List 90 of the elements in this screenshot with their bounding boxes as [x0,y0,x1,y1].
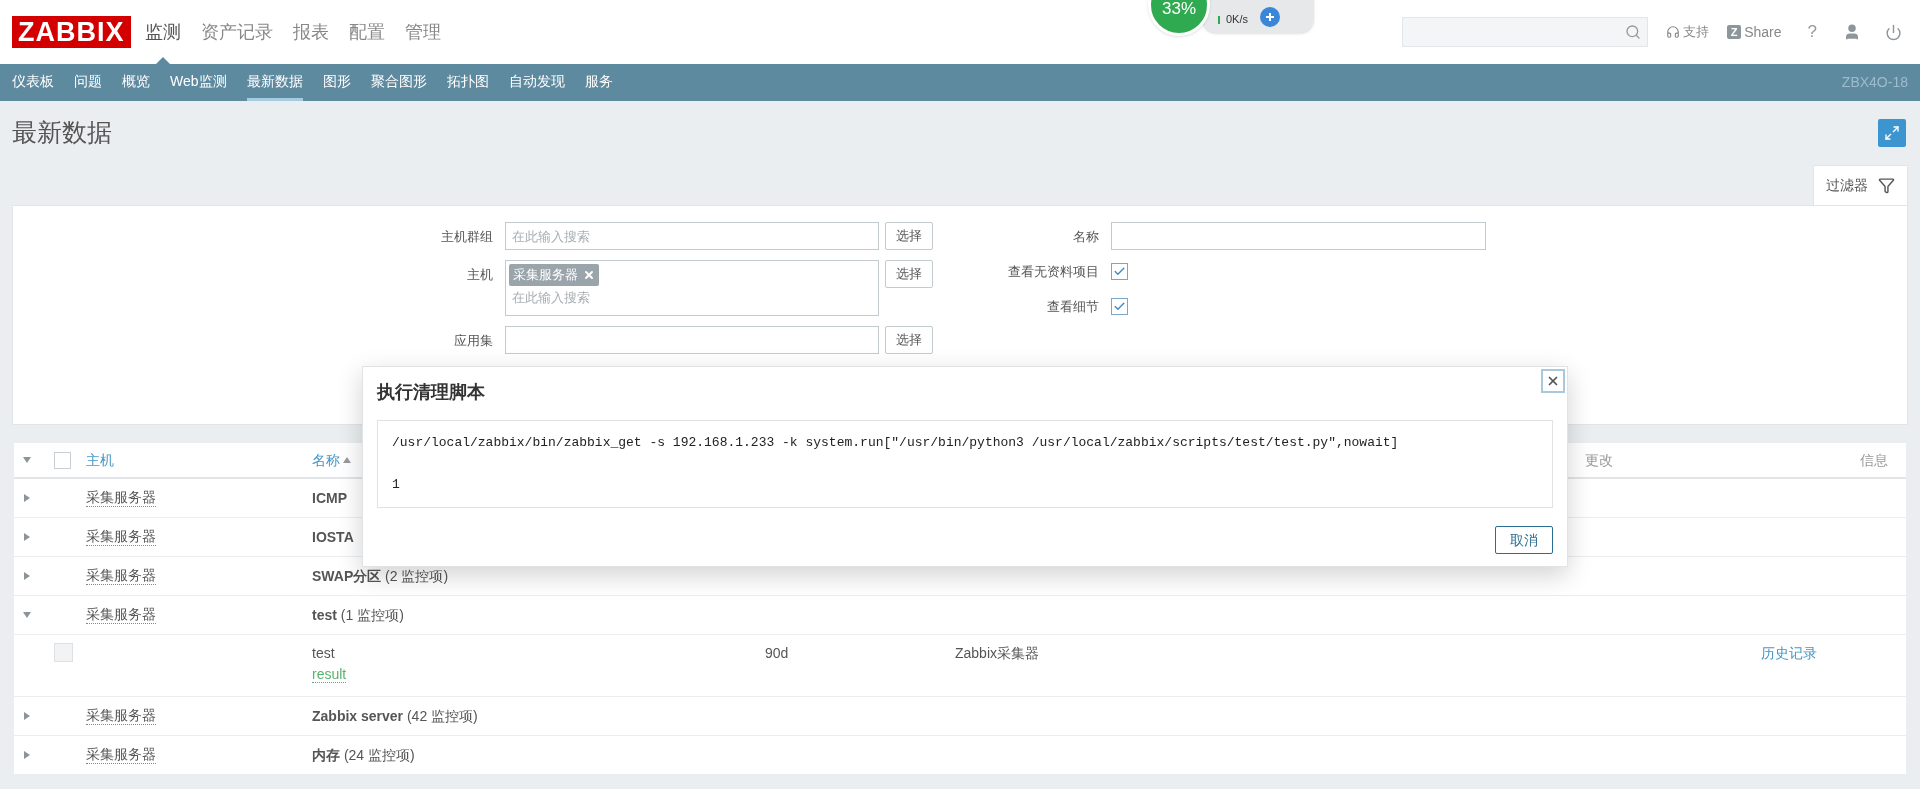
column-header[interactable]: 更改 [1585,449,1761,471]
select-all-checkbox[interactable] [54,451,71,469]
host-link[interactable]: 采集服务器 [86,707,156,725]
download-rate: 0K/s [1226,11,1248,27]
sub-nav-item[interactable]: 问题 [74,64,102,101]
plus-icon[interactable] [1260,7,1280,27]
search-placeholder: 在此输入搜索 [511,288,591,307]
filter-label: 名称 [1072,228,1099,246]
sort-ascending-icon [343,456,351,464]
checkbox[interactable] [1111,263,1128,280]
sub-nav-item[interactable]: 自动发现 [508,64,565,101]
expand-arrow-icon[interactable] [22,532,32,542]
host-link[interactable]: 采集服务器 [86,567,156,585]
sub-nav-item[interactable]: 拓扑图 [446,64,489,101]
checkbox[interactable] [1111,298,1128,315]
sub-nav-item[interactable]: 聚合图形 [370,64,427,101]
history-link[interactable]: 历史记录 [1761,643,1817,664]
host-chip[interactable]: 采集服务器 [509,264,599,286]
sub-nav-item[interactable]: Web监测 [170,64,227,101]
remove-icon[interactable] [583,268,595,281]
input-field[interactable] [1111,222,1486,250]
sub-nav-item[interactable]: 仪表板 [12,64,54,101]
column-header[interactable]: 主机 [86,449,312,471]
menu-item[interactable]: 配置 [348,0,385,64]
share-badge: Z [1727,25,1742,39]
filter-label: 查看细节 [1046,298,1099,316]
interval-cell-text: 90d [765,644,790,663]
host-link[interactable]: 采集服务器 [86,489,156,507]
multiselect-field[interactable]: 采集服务器 在此输入搜索 [505,260,879,316]
collapse-arrow-icon[interactable] [22,610,32,620]
select-button[interactable]: 选择 [885,260,933,288]
application-name: 内存 (24 监控项) [312,745,415,765]
menu-item[interactable]: 管理 [404,0,441,64]
output-text: 1 [392,475,401,494]
filter-label: 主机群组 [440,228,493,246]
close-button[interactable] [1541,369,1565,393]
command-text: /usr/local/zabbix/bin/zabbix_get -s 192.168.1.233 -k system.run["/usr/bin/python3 /usr/local/zabbix/scripts/test/test.py",nowait] [392,434,1400,452]
logo[interactable]: ZABBIX [12,16,131,48]
item-key-link[interactable]: result [312,666,347,683]
input-field[interactable]: 在此输入搜索 [505,222,879,250]
check-icon [1113,265,1126,278]
expand-arrow-icon[interactable] [22,493,32,503]
expand-arrow-icon[interactable] [22,750,32,760]
select-button[interactable]: 选择 [885,326,933,354]
support-link[interactable]: 支持 [1666,22,1710,42]
collapse-arrow-icon[interactable] [22,455,32,465]
host-link[interactable]: 采集服务器 [86,606,156,624]
sub-nav-item[interactable]: 最新数据 [246,64,303,101]
cancel-button[interactable]: 取消 [1495,526,1553,554]
server-name: ZBX4O-18 [1841,73,1908,92]
type-cell-text: Zabbix采集器 [955,644,1041,663]
share-link[interactable]: Z Share [1727,21,1782,43]
check-icon [1113,300,1126,313]
page-title: 最新数据 [12,117,112,149]
input-field[interactable] [505,326,879,354]
search-icon[interactable] [1625,24,1642,40]
expand-arrow-icon[interactable] [22,711,32,721]
menu-item[interactable]: 报表 [292,0,329,64]
filter-label: 应用集 [453,332,493,350]
application-name: Zabbix server (42 监控项) [312,706,478,726]
application-name: ICMP [312,488,347,508]
filter-label: 查看无资料项目 [1007,263,1099,281]
column-header[interactable]: 信息 [1761,449,1906,471]
column-header[interactable]: 名称 [312,449,765,471]
sub-nav-item[interactable]: 图形 [322,64,351,101]
select-button[interactable]: 选择 [885,222,933,250]
close-icon [1546,374,1560,388]
filter-icon [1878,177,1895,194]
expand-icon [1884,125,1900,141]
user-icon[interactable] [1843,23,1861,41]
search-field[interactable] [1402,17,1649,47]
sub-nav-item[interactable]: 服务 [584,64,613,101]
application-name: SWAP分区 (2 监控项) [312,566,449,586]
application-name: test (1 监控项) [312,605,404,625]
dialog-title: 执行清理脚本 [377,381,485,404]
filter-label: 主机 [466,266,493,284]
item-name: test [312,644,335,663]
sub-nav-item[interactable]: 概览 [122,64,150,101]
fullscreen-button[interactable] [1878,119,1906,147]
help-link[interactable]: ? [1807,19,1817,45]
headset-icon [1666,25,1681,39]
host-link[interactable]: 采集服务器 [86,746,156,764]
filter-tab[interactable]: 过滤器 [1813,165,1908,205]
application-name: IOSTA [312,527,354,547]
usage-percent: 33% [1162,0,1196,20]
host-link[interactable]: 采集服务器 [86,528,156,546]
menu-item[interactable]: 资产记录 [200,0,273,64]
logout-icon[interactable] [1885,23,1902,41]
expand-arrow-icon[interactable] [22,571,32,581]
item-checkbox[interactable] [54,643,73,662]
